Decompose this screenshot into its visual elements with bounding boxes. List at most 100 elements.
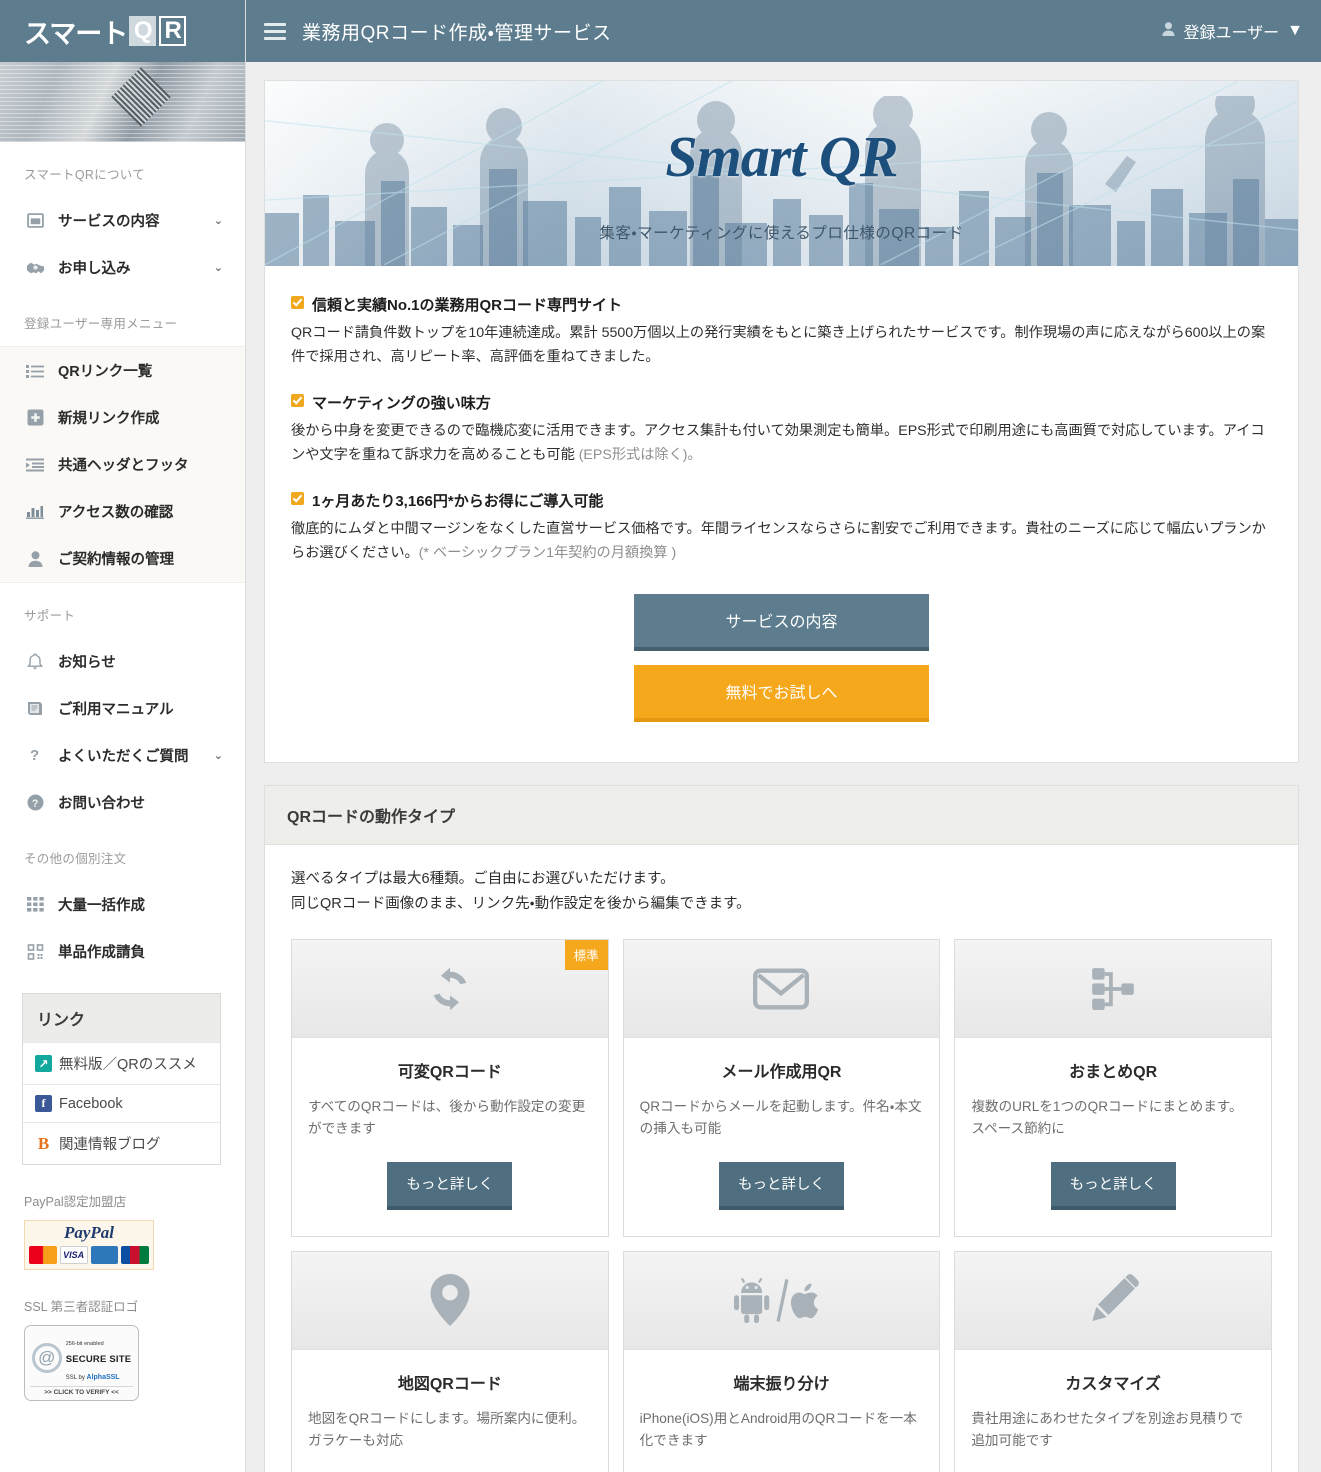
question-icon: ?: [24, 747, 46, 765]
sidebar-item-header-footer[interactable]: 共通ヘッダとフッタ: [0, 441, 245, 488]
book-icon: [24, 700, 46, 718]
ssl-line-3: SSL by AlphaSSL: [65, 1374, 120, 1382]
map-pin-icon: [430, 1274, 470, 1327]
link-item-blog[interactable]: B 関連情報ブログ: [23, 1122, 220, 1164]
page-title: 業務用QRコード作成・管理サービス: [302, 22, 612, 44]
chevron-down-icon: ▼: [1287, 22, 1303, 39]
hero-panel: Smart QR 集客・マーケティングに使えるプロ仕様のQRコード 信頼と実績N…: [264, 80, 1299, 763]
feature-heading-3: 1ヶ月あたり3,166円*からお得にご導入可能: [291, 490, 1272, 511]
envelope-icon: [753, 968, 810, 1010]
sidebar-item-label: ご利用マニュアル: [58, 702, 174, 718]
pencil-icon: [1092, 1274, 1139, 1322]
user-menu[interactable]: 登録ユーザー ▼: [1162, 19, 1303, 43]
more-details-button[interactable]: もっと詳しく: [1050, 1161, 1176, 1210]
sidebar-item-contact[interactable]: ? お問い合わせ: [0, 779, 245, 826]
visa-icon: VISA: [59, 1245, 88, 1264]
card-icon-area: [955, 1251, 1271, 1350]
more-details-button[interactable]: もっと詳しく: [387, 1161, 513, 1210]
link-item-free-version[interactable]: ↗ 無料版／QRのススメ: [23, 1042, 220, 1084]
card-title: 端末振り分け: [733, 1375, 830, 1393]
card-button-wrap: もっと詳しく: [292, 1140, 608, 1236]
mastercard-icon: [29, 1245, 57, 1264]
qr-type-card-bundle[interactable]: おまとめQR 複数のURLを1つのQRコードにまとめます。スペース節約に もっと…: [954, 939, 1272, 1237]
sidebar-item-single-order[interactable]: 単品作成請負: [0, 928, 245, 975]
top-bar: 業務用QRコード作成・管理サービス 登録ユーザー ▼: [246, 0, 1321, 62]
sidebar-member-label: 登録ユーザー専用メニュー: [24, 317, 178, 331]
content-area: Smart QR 集客・マーケティングに使えるプロ仕様のQRコード 信頼と実績N…: [246, 62, 1321, 1472]
sidebar-item-application[interactable]: お申し込み ⌄: [0, 244, 245, 291]
hero-title: Smart QR: [665, 124, 898, 189]
sidebar-item-label: お問い合わせ: [58, 796, 145, 812]
link-item-label: 無料版／QRのススメ: [59, 1057, 197, 1073]
logo[interactable]: スマート Q R: [0, 0, 245, 62]
sidebar-hero-photo: [0, 62, 245, 142]
sidebar-item-notice[interactable]: お知らせ: [0, 638, 245, 685]
ssl-line-1: 256-bit enabled: [65, 1340, 104, 1347]
sidebar-item-service-content[interactable]: サービスの内容 ⌄: [0, 197, 245, 244]
card-button-wrap: もっと詳しく: [955, 1140, 1271, 1236]
card-icon-area: [623, 1251, 940, 1350]
links-card-title: リンク: [23, 994, 220, 1042]
card-button-wrap: もっと詳しく: [955, 1451, 1271, 1472]
plus-square-icon: [24, 409, 46, 427]
qr-type-card-mail[interactable]: メール作成用QR QRコードからメールを起動します。件名・本文の挿入も可能 もっ…: [622, 939, 941, 1237]
hero-banner: Smart QR 集客・マーケティングに使えるプロ仕様のQRコード: [265, 81, 1298, 266]
card-icon-area: [955, 940, 1271, 1039]
qr-types-section: QRコードの動作タイプ 選べるタイプは最大6種類。ご自由にお選びいただけます。 …: [264, 784, 1299, 1472]
standard-badge: 標準: [564, 940, 608, 971]
page-root: スマート Q R スマートQRについて サービスの内容 ⌄ お申し込み ⌄ 登録…: [0, 0, 1321, 1472]
logo-q-box: Q: [129, 16, 157, 46]
handshake-icon: [24, 259, 46, 277]
ssl-badge-top: @ 256-bit enabled SECURE SITE SSL by Alp…: [31, 1332, 132, 1384]
amex-icon: [90, 1245, 119, 1264]
ssl-badge[interactable]: @ 256-bit enabled SECURE SITE SSL by Alp…: [24, 1324, 139, 1402]
qr-types-section-body: 選べるタイプは最大6種類。ご自由にお選びいただけます。 同じQRコード画像のまま…: [265, 845, 1298, 1472]
sidebar-item-label: 単品作成請負: [58, 945, 145, 961]
feature-body-text: 後から中身を変更できるので臨機応変に活用できます。アクセス集計も付いて効果測定も…: [291, 422, 1265, 464]
link-item-facebook[interactable]: f Facebook: [23, 1084, 220, 1122]
more-details-button[interactable]: もっと詳しく: [718, 1161, 844, 1210]
card-description: iPhone(iOS)用とAndroid用のQRコードを一本化できます: [639, 1410, 917, 1448]
sidebar-item-contract-info[interactable]: ご契約情報の管理: [0, 535, 245, 582]
svg-text:?: ?: [31, 798, 37, 810]
service-content-button[interactable]: サービスの内容: [634, 593, 929, 651]
refresh-icon: [433, 967, 467, 1011]
qr-type-card-variable[interactable]: 標準 可変QRコード すべてのQRコードは、後から動作設定の変更ができます もっ…: [291, 939, 609, 1237]
card-description: 地図をQRコードにします。場所案内に便利。ガラケーも対応: [308, 1410, 586, 1448]
sidebar-item-faq[interactable]: ? よくいただくご質問 ⌄: [0, 732, 245, 779]
chevron-down-icon: ⌄: [213, 750, 223, 762]
logo-text: スマート Q R: [24, 12, 187, 51]
sidebar-item-manual[interactable]: ご利用マニュアル: [0, 685, 245, 732]
card-description: 複数のURLを1つのQRコードにまとめます。スペース節約に: [971, 1099, 1243, 1137]
card-button-wrap: もっと詳しく: [624, 1451, 940, 1472]
sidebar-item-label: アクセス数の確認: [58, 505, 174, 521]
facebook-icon: f: [35, 1095, 52, 1112]
paypal-label: PayPal認定加盟店: [24, 1195, 127, 1209]
paypal-badge[interactable]: PayPal VISA: [24, 1220, 154, 1270]
chevron-down-icon: ⌄: [213, 215, 223, 227]
external-link-icon: ↗: [35, 1055, 52, 1072]
jcb-icon: [121, 1245, 150, 1264]
sidebar-item-qr-link-list[interactable]: QRリンク一覧: [0, 347, 245, 394]
card-title: 可変QRコード: [397, 1064, 502, 1082]
sidebar-item-bulk-create[interactable]: 大量一括作成: [0, 881, 245, 928]
qr-type-card-device-split[interactable]: 端末振り分け iPhone(iOS)用とAndroid用のQRコードを一本化でき…: [622, 1250, 941, 1472]
qr-type-card-map[interactable]: 地図QRコード 地図をQRコードにします。場所案内に便利。ガラケーも対応 もっと…: [291, 1250, 609, 1472]
feature-heading-text: 信頼と実績No.1の業務用QRコード専門サイト: [312, 297, 623, 314]
user-menu-label: 登録ユーザー: [1183, 25, 1280, 42]
feature-body-3: 徹底的にムダと中間マージンをなくした直営サービス価格です。年間ライセンスならさら…: [291, 517, 1272, 566]
card-title: カスタマイズ: [1065, 1375, 1161, 1393]
qr-types-description: 選べるタイプは最大6種類。ご自由にお選びいただけます。 同じQRコード画像のまま…: [291, 867, 1272, 918]
sitemap-icon: [1092, 967, 1134, 1010]
card-icon-area: 標準: [292, 940, 608, 1039]
question-circle-icon: ?: [24, 794, 46, 812]
free-trial-button[interactable]: 無料でお試しへ: [634, 664, 929, 722]
qr-type-card-customize[interactable]: カスタマイズ 貴社用途にあわせたタイプを別途お見積りで追加可能です もっと詳しく: [954, 1250, 1272, 1472]
ssl-line-2: SECURE SITE: [65, 1353, 132, 1365]
sidebar-item-label: サービスの内容: [58, 214, 160, 230]
sidebar-item-new-link[interactable]: 新規リンク作成: [0, 394, 245, 441]
hamburger-icon[interactable]: [264, 22, 286, 40]
ssl-verify-text[interactable]: >> CLICK TO VERIFY <<: [30, 1386, 133, 1396]
sidebar-item-access-count[interactable]: アクセス数の確認: [0, 488, 245, 535]
sidebar-item-label: よくいただくご質問: [58, 749, 189, 765]
